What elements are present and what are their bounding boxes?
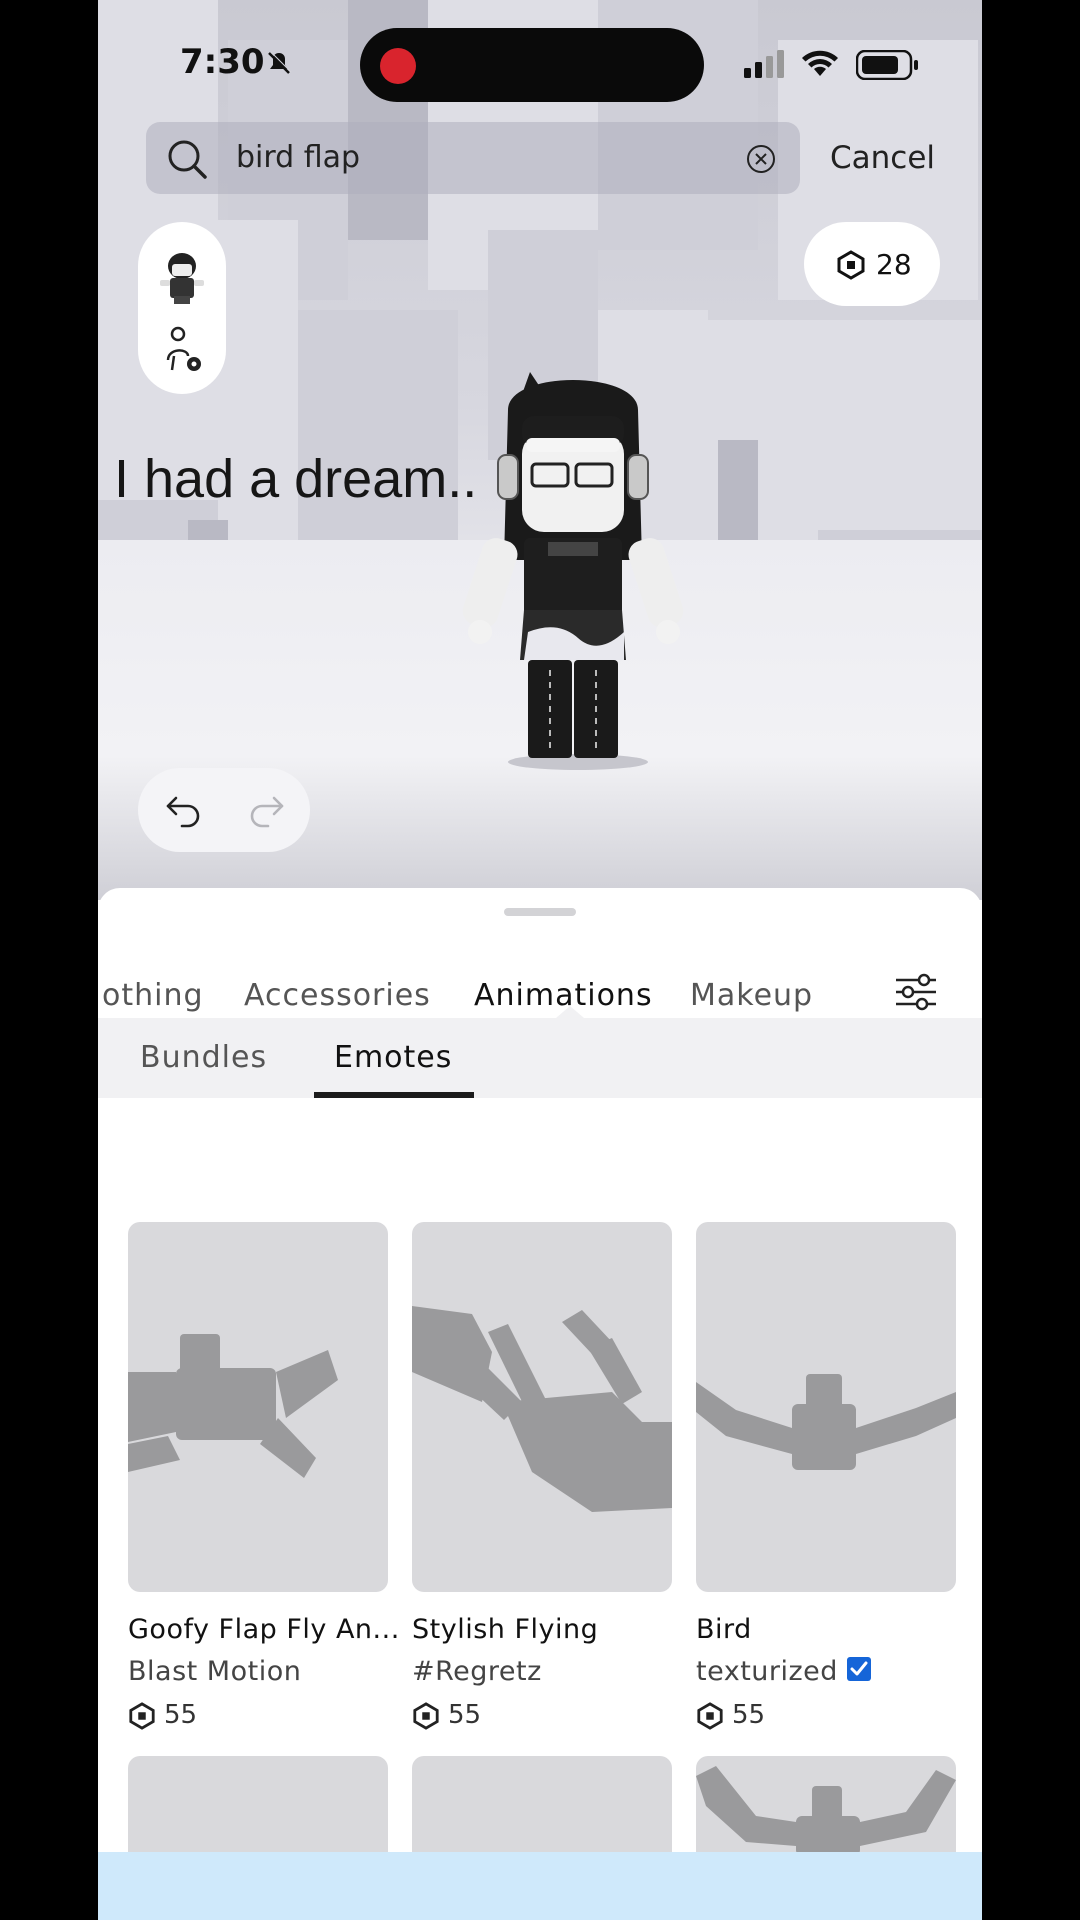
avatar-thumbnail-icon[interactable] — [152, 250, 212, 306]
cellular-signal-icon — [744, 50, 784, 78]
active-tab-caret — [556, 1006, 584, 1018]
robux-icon — [413, 1702, 439, 1730]
item-price-value: 55 — [448, 1700, 482, 1730]
robux-icon — [697, 1702, 723, 1730]
emote-pose-icon — [412, 1306, 672, 1512]
recording-indicator-icon — [380, 48, 416, 84]
screen: 7:30 bird flap Cancel 28 I had a dream..… — [98, 0, 982, 1920]
undo-redo-controls — [138, 768, 310, 852]
clear-search-icon[interactable] — [746, 144, 776, 174]
avatar-scene[interactable]: 7:30 bird flap Cancel 28 I had a dream.. — [98, 0, 982, 900]
redo-icon[interactable] — [248, 792, 286, 828]
tab-clothing[interactable]: othing — [102, 978, 204, 1013]
subtab-emotes[interactable]: Emotes — [334, 1040, 452, 1075]
avatar-options-pill — [138, 222, 226, 394]
item-name[interactable]: Goofy Flap Fly An... — [128, 1614, 400, 1645]
item-name[interactable]: Bird — [696, 1614, 752, 1645]
battery-icon — [856, 50, 918, 80]
subtab-active-underline — [314, 1092, 474, 1098]
search-icon — [168, 140, 207, 179]
item-thumbnail[interactable] — [412, 1222, 672, 1592]
item-creator[interactable]: texturized — [696, 1656, 872, 1687]
item-name[interactable]: Stylish Flying — [412, 1614, 598, 1645]
emote-pose-icon — [128, 1334, 338, 1478]
item-thumbnail[interactable] — [128, 1222, 388, 1592]
search-input[interactable]: bird flap — [236, 140, 360, 175]
item-creator-name[interactable]: texturized — [696, 1656, 838, 1687]
catalog-sheet: othing Accessories Animations Makeup Bun… — [98, 888, 982, 1920]
item-thumbnail[interactable] — [696, 1222, 956, 1592]
category-tabs: othing Accessories Animations Makeup — [98, 958, 982, 1018]
cancel-button[interactable]: Cancel — [830, 140, 935, 176]
robux-icon — [129, 1702, 155, 1730]
bottom-banner — [98, 1852, 982, 1920]
robux-icon — [837, 250, 865, 280]
undo-icon[interactable] — [164, 792, 202, 828]
item-creator[interactable]: Blast Motion — [128, 1656, 301, 1687]
dynamic-island — [360, 28, 704, 102]
wifi-icon — [802, 50, 838, 76]
tab-accessories[interactable]: Accessories — [244, 978, 431, 1013]
robux-balance: 28 — [876, 248, 912, 281]
emote-pose-icon — [696, 1374, 956, 1470]
tab-makeup[interactable]: Makeup — [690, 978, 813, 1013]
item-price-value: 55 — [732, 1700, 766, 1730]
subcategory-tabs: Bundles Emotes — [98, 1018, 982, 1098]
subtab-bundles[interactable]: Bundles — [140, 1040, 267, 1075]
filter-sliders-icon[interactable] — [894, 972, 938, 1012]
sheet-drag-handle[interactable] — [504, 908, 576, 916]
avatar-character[interactable] — [428, 370, 718, 770]
avatar-settings-icon[interactable] — [162, 326, 206, 376]
status-time: 7:30 — [180, 42, 265, 82]
robux-balance-button[interactable]: 28 — [804, 222, 940, 306]
item-price-value: 55 — [164, 1700, 198, 1730]
chat-bubble-text: I had a dream.. — [114, 449, 478, 509]
search-bar[interactable]: bird flap — [146, 122, 800, 194]
bell-muted-icon — [268, 51, 292, 74]
item-creator[interactable]: #Regretz — [412, 1656, 542, 1687]
verified-badge-icon — [846, 1657, 871, 1681]
